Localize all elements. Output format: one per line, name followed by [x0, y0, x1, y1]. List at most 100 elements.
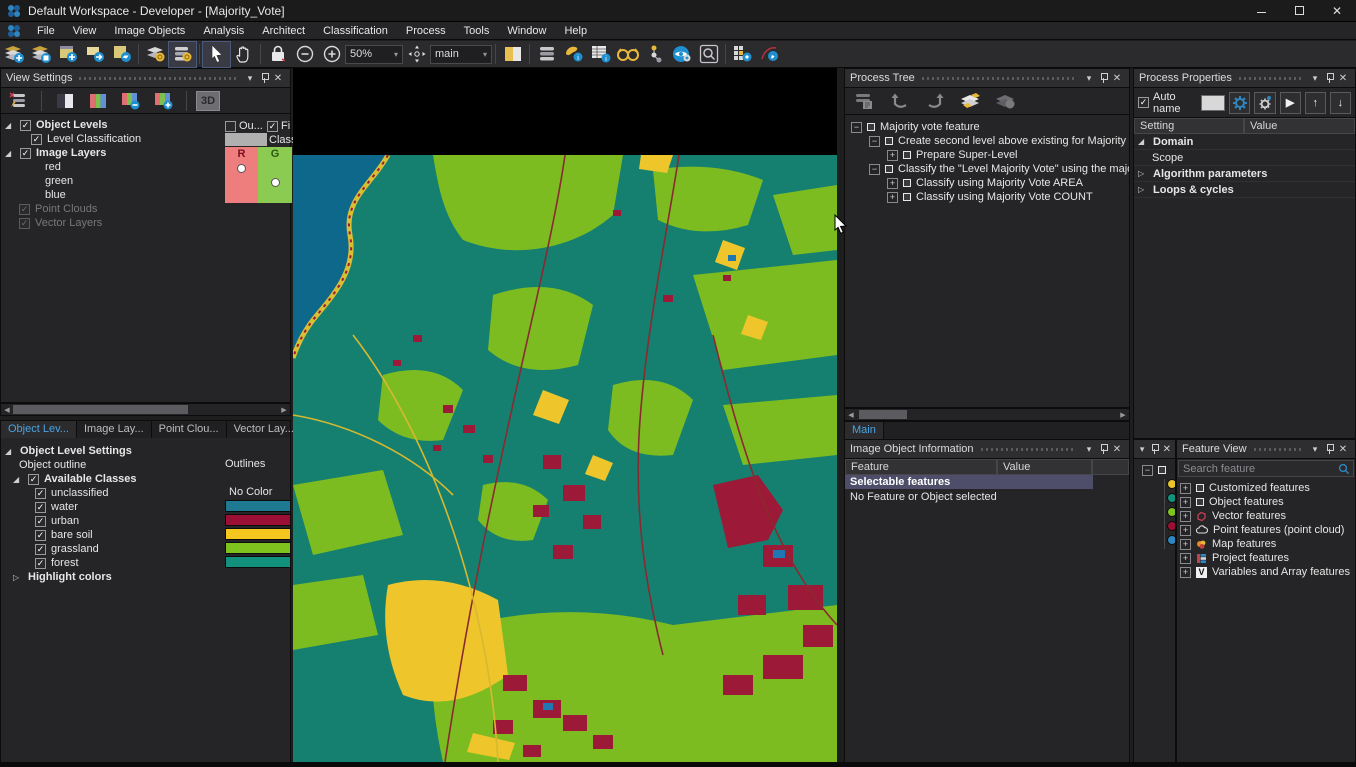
expander-icon[interactable]: ◢: [13, 475, 23, 484]
feature-item-customized[interactable]: +Customized features: [1180, 481, 1355, 495]
hierarchy-button[interactable]: [641, 42, 668, 67]
zoom-level-select[interactable]: 50%▾: [345, 45, 403, 64]
menu-tools[interactable]: Tools: [455, 22, 499, 40]
feature-item-vector[interactable]: +Vector features: [1180, 509, 1355, 523]
menu-analysis[interactable]: Analysis: [194, 22, 253, 40]
level-classification-checkbox[interactable]: [31, 134, 42, 145]
class-info-button[interactable]: i: [560, 42, 587, 67]
tree-row-highlight-colors[interactable]: ▷Highlight colors: [5, 570, 290, 584]
chevron-down-icon[interactable]: ▾: [1082, 442, 1096, 456]
menu-file[interactable]: File: [28, 22, 64, 40]
green-col-green-row[interactable]: [258, 175, 292, 189]
feature-column-header[interactable]: Feature: [845, 459, 997, 475]
new-project-button[interactable]: [0, 42, 27, 67]
expander-icon[interactable]: ▷: [13, 573, 23, 582]
available-classes-checkbox[interactable]: [28, 474, 39, 485]
fill-checkbox[interactable]: [267, 121, 278, 132]
expand-icon[interactable]: +: [1180, 525, 1191, 536]
menu-window[interactable]: Window: [498, 22, 555, 40]
class-checkbox[interactable]: [35, 488, 46, 499]
menu-image-objects[interactable]: Image Objects: [105, 22, 194, 40]
remove-layer-view-button[interactable]: [117, 88, 144, 113]
expand-icon[interactable]: +: [1180, 539, 1191, 550]
expander-icon[interactable]: ◢: [5, 447, 15, 456]
process-node[interactable]: +Prepare Super-Level: [851, 148, 1129, 162]
expander-icon[interactable]: ▷: [1138, 185, 1148, 194]
collapse-icon[interactable]: −: [869, 136, 880, 147]
water-swatch[interactable]: [225, 500, 291, 512]
green-column-header[interactable]: G: [258, 147, 292, 161]
move-down-button[interactable]: ↓: [1330, 92, 1351, 114]
show-classification-button[interactable]: [614, 42, 641, 67]
red-col-blue-row[interactable]: [225, 189, 258, 203]
clear-levels-button[interactable]: [991, 89, 1018, 114]
settings-gear-button[interactable]: [1254, 92, 1275, 114]
expander-icon[interactable]: ▷: [1138, 169, 1148, 178]
find-button[interactable]: [695, 42, 722, 67]
view-gear-button[interactable]: [668, 42, 695, 67]
outlined-checkbox[interactable]: [225, 121, 236, 132]
class-dot-bare-soil[interactable]: [1167, 479, 1176, 489]
chevron-down-icon[interactable]: ▾: [1308, 71, 1322, 85]
collapse-icon[interactable]: −: [851, 122, 862, 133]
class-dot-water[interactable]: [1167, 535, 1176, 545]
class-checkbox[interactable]: [35, 544, 46, 555]
feature-item-map[interactable]: +Map features: [1180, 537, 1355, 551]
zoom-in-button[interactable]: [318, 42, 345, 67]
pin-icon[interactable]: [257, 71, 271, 85]
bare-soil-swatch[interactable]: [225, 528, 291, 540]
expander-icon[interactable]: ◢: [5, 149, 15, 158]
class-checkbox[interactable]: [35, 502, 46, 513]
close-icon[interactable]: ✕: [1161, 442, 1173, 456]
map-viewport[interactable]: [293, 68, 837, 767]
image-layers-checkbox[interactable]: [20, 148, 31, 159]
value-column-header[interactable]: Value: [997, 459, 1092, 475]
expand-icon[interactable]: +: [1180, 553, 1191, 564]
rgb-layer-view-button[interactable]: [84, 88, 111, 113]
collapse-icon[interactable]: −: [869, 164, 880, 175]
undo-button[interactable]: [886, 89, 913, 114]
close-icon[interactable]: ✕: [1336, 442, 1350, 456]
redo-button[interactable]: [921, 89, 948, 114]
edit-algorithm-button[interactable]: [1229, 92, 1250, 114]
menu-architect[interactable]: Architect: [253, 22, 314, 40]
open-workspace-button[interactable]: [108, 42, 135, 67]
process-tree-header[interactable]: Process Tree ▾ ✕: [845, 69, 1129, 88]
level-list-button[interactable]: [169, 42, 196, 67]
expand-icon[interactable]: +: [1180, 511, 1191, 522]
tree-row-available-classes[interactable]: ◢Available Classes: [5, 472, 290, 486]
execute-button[interactable]: ▶: [1280, 92, 1301, 114]
process-node[interactable]: −Majority vote feature: [851, 120, 1129, 134]
close-icon[interactable]: ✕: [1110, 71, 1124, 85]
scroll-right-icon[interactable]: ▶: [278, 404, 290, 415]
pin-icon[interactable]: [1096, 442, 1110, 456]
process-node[interactable]: −Create second level above existing for …: [851, 134, 1129, 148]
pin-icon[interactable]: [1322, 71, 1336, 85]
urban-swatch[interactable]: [225, 514, 291, 526]
zoom-out-button[interactable]: [291, 42, 318, 67]
class-hierarchy-root[interactable]: −: [1134, 463, 1175, 477]
class-checkbox[interactable]: [35, 530, 46, 541]
feature-item-project[interactable]: +Project features: [1180, 551, 1355, 565]
feature-item-point-cloud[interactable]: +Point features (point cloud): [1180, 523, 1355, 537]
add-workspace-button[interactable]: [54, 42, 81, 67]
view-settings-hscrollbar[interactable]: ◀ ▶: [0, 403, 291, 416]
process-properties-header[interactable]: Process Properties ▾ ✕: [1134, 69, 1355, 88]
feature-view-header[interactable]: Feature View ▾ ✕: [1177, 440, 1355, 459]
expand-icon[interactable]: +: [1180, 497, 1191, 508]
grassland-swatch[interactable]: [225, 542, 291, 554]
tab-image-layers[interactable]: Image Lay...: [77, 421, 152, 438]
red-col-green-row[interactable]: [225, 175, 258, 189]
pan-hand-button[interactable]: [230, 42, 257, 67]
collapse-icon[interactable]: −: [1142, 465, 1153, 476]
expand-icon[interactable]: +: [1180, 567, 1191, 578]
pp-row-domain[interactable]: ◢Domain: [1134, 134, 1355, 150]
menu-classification[interactable]: Classification: [314, 22, 397, 40]
process-name-input[interactable]: [1201, 95, 1225, 111]
pin-icon[interactable]: [1322, 442, 1336, 456]
tab-main[interactable]: Main: [845, 422, 884, 439]
tab-vector-layers[interactable]: Vector Lay...: [227, 421, 302, 438]
class-dot-forest[interactable]: [1167, 493, 1176, 503]
view-settings-header[interactable]: View Settings ▾ ✕: [1, 69, 290, 88]
edit-view-settings-button[interactable]: [5, 88, 32, 113]
